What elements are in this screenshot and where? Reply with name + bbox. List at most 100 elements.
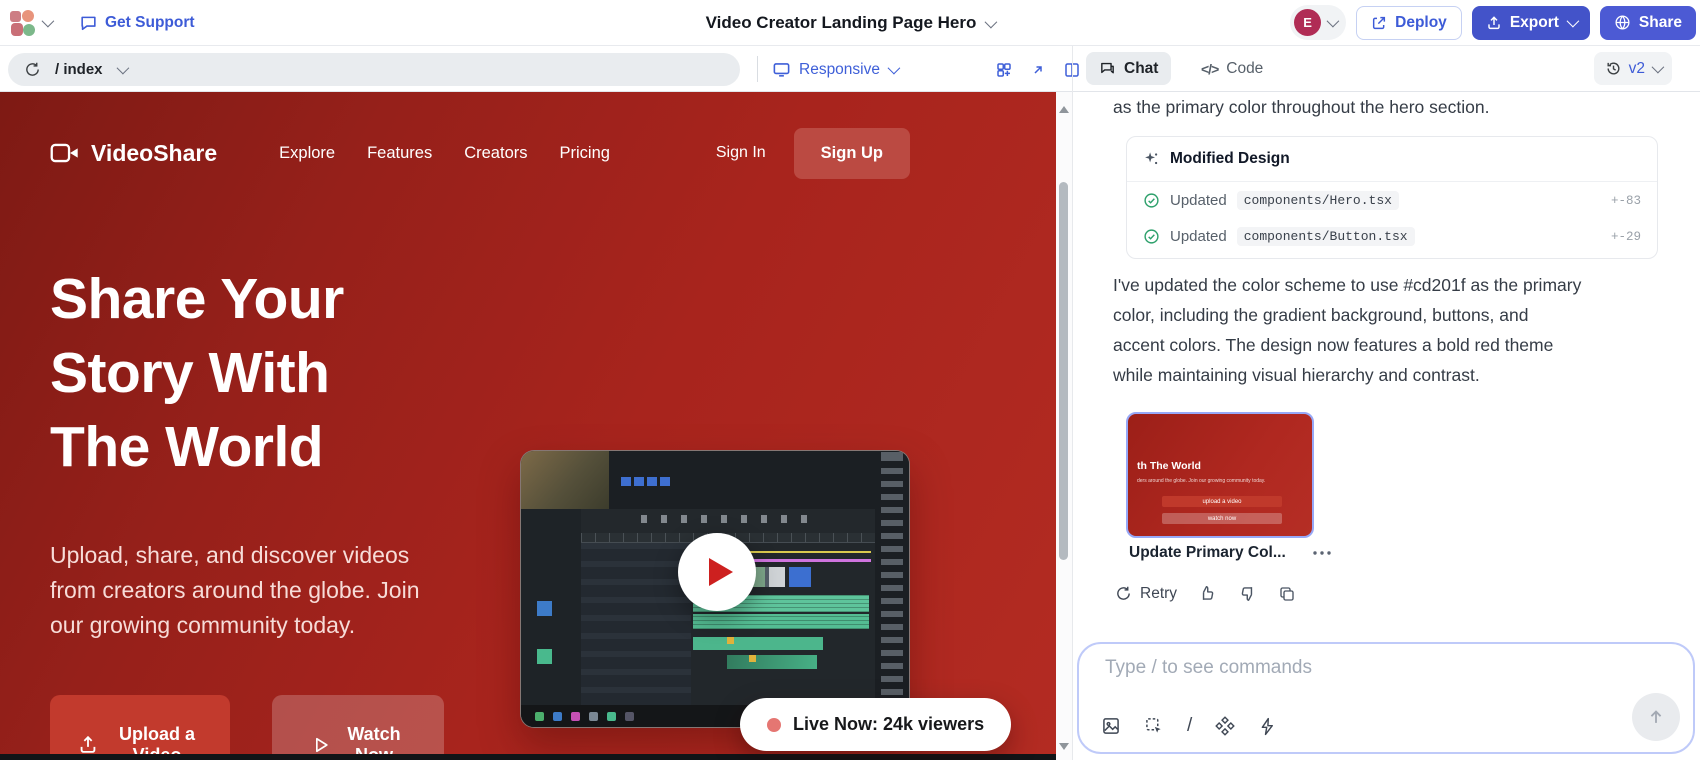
- thumbs-down-button[interactable]: [1238, 584, 1257, 603]
- chevron-down-icon: [888, 62, 901, 75]
- share-button[interactable]: Share: [1600, 6, 1696, 40]
- page-title: Video Creator Landing Page Hero: [706, 13, 977, 33]
- chat-bubble-icon: [79, 13, 98, 32]
- version-card-label[interactable]: Update Primary Col...: [1129, 544, 1286, 562]
- toolbar-divider: [757, 56, 758, 82]
- live-dot-icon: [767, 718, 781, 732]
- retry-button[interactable]: Retry: [1115, 585, 1177, 603]
- integrations-icon[interactable]: [1215, 716, 1235, 736]
- top-header: Get Support Video Creator Landing Page H…: [0, 0, 1700, 46]
- scroll-up-arrow[interactable]: [1059, 106, 1069, 113]
- video-camera-icon: [50, 141, 80, 165]
- file-chip: components/Button.tsx: [1237, 227, 1415, 246]
- chat-panel: as the primary color throughout the hero…: [1072, 92, 1700, 760]
- video-editor-effects-list: [875, 451, 909, 727]
- app-logo-menu[interactable]: [10, 10, 51, 36]
- chevron-down-icon: [1327, 15, 1340, 28]
- nav-link-explore[interactable]: Explore: [279, 144, 335, 163]
- preview-toolbar: / index Responsive: [0, 46, 1700, 92]
- hero-video-thumbnail: [520, 450, 910, 728]
- copy-button[interactable]: [1278, 585, 1296, 603]
- modified-design-title: Modified Design: [1170, 150, 1290, 168]
- quick-actions-icon[interactable]: [1258, 717, 1277, 736]
- file-chip: components/Hero.tsx: [1237, 191, 1399, 210]
- select-element-icon[interactable]: [1144, 716, 1164, 736]
- chat-input-field[interactable]: [1105, 657, 1645, 701]
- open-in-new-icon: [1371, 15, 1387, 31]
- viewport-label: Responsive: [799, 61, 880, 79]
- app-logo-icon: [10, 10, 36, 36]
- panel-divider: [1072, 46, 1073, 92]
- open-preview-window-icon[interactable]: [1029, 61, 1047, 79]
- diff-count: +-29: [1611, 230, 1641, 244]
- url-bar[interactable]: / index: [8, 53, 740, 86]
- site-auth-group: Sign In Sign Up: [716, 128, 910, 179]
- message-actions: Retry: [1115, 584, 1296, 603]
- video-editor-bin: [581, 543, 691, 705]
- export-label: Export: [1510, 14, 1559, 32]
- live-badge-label: Live Now: 24k viewers: [793, 714, 984, 735]
- thumbs-down-icon: [1238, 584, 1257, 603]
- project-title-dropdown[interactable]: Video Creator Landing Page Hero: [706, 13, 995, 33]
- watch-now-button[interactable]: Watch Now: [272, 695, 444, 760]
- copy-icon: [1278, 585, 1296, 603]
- tab-code-label: Code: [1226, 60, 1263, 78]
- preview-scrollbar[interactable]: [1056, 92, 1072, 760]
- check-circle-icon: [1143, 192, 1160, 209]
- mini-hero-title: th The World: [1137, 460, 1201, 472]
- deploy-button[interactable]: Deploy: [1356, 6, 1462, 40]
- retry-label: Retry: [1140, 585, 1177, 603]
- deploy-label: Deploy: [1395, 14, 1447, 32]
- get-support-label: Get Support: [105, 14, 195, 32]
- composer-toolbar: /: [1101, 715, 1277, 737]
- account-menu[interactable]: E: [1290, 5, 1346, 40]
- app-window: Get Support Video Creator Landing Page H…: [0, 0, 1700, 760]
- upload-video-button[interactable]: Upload a Video: [50, 695, 230, 760]
- export-button[interactable]: Export: [1472, 6, 1590, 40]
- attach-image-icon[interactable]: [1101, 716, 1121, 736]
- arrow-up-icon: [1646, 707, 1666, 727]
- play-outline-icon: [311, 735, 331, 755]
- refresh-icon[interactable]: [24, 61, 41, 78]
- upload-icon: [77, 734, 99, 756]
- nav-link-features[interactable]: Features: [367, 144, 432, 163]
- modified-design-card: Modified Design Updated components/Hero.…: [1126, 136, 1658, 259]
- globe-icon: [1614, 14, 1631, 31]
- slash-command-icon[interactable]: /: [1187, 715, 1192, 737]
- hero-description: Upload, share, and discover videos from …: [50, 538, 458, 643]
- route-path: / index: [55, 61, 103, 78]
- preview-pane: VideoShare Explore Features Creators Pri…: [0, 92, 1056, 760]
- video-editor-timecode: [621, 477, 673, 486]
- chevron-down-icon: [1652, 61, 1665, 74]
- nav-link-pricing[interactable]: Pricing: [560, 144, 610, 163]
- video-editor-tools: [521, 509, 581, 727]
- tab-code[interactable]: </> Code: [1188, 52, 1276, 85]
- avatar: E: [1294, 9, 1321, 36]
- component-grid-icon[interactable]: [995, 61, 1013, 79]
- sign-in-link[interactable]: Sign In: [716, 144, 766, 162]
- version-history-button[interactable]: v2: [1594, 52, 1672, 85]
- play-button[interactable]: [678, 533, 756, 611]
- scroll-down-arrow[interactable]: [1059, 743, 1069, 750]
- hero-cta-group: Upload a Video Watch Now: [50, 695, 444, 760]
- diff-count: +-83: [1611, 194, 1641, 208]
- more-options-icon[interactable]: [1312, 550, 1332, 556]
- tab-chat[interactable]: Chat: [1086, 52, 1171, 85]
- version-preview-card[interactable]: th The World ders around the globe. Join…: [1126, 412, 1314, 538]
- sparkle-icon: [1143, 151, 1160, 168]
- retry-icon: [1115, 585, 1132, 602]
- sign-up-button[interactable]: Sign Up: [794, 128, 910, 179]
- viewport-selector[interactable]: Responsive: [772, 53, 897, 86]
- assistant-message-partial: as the primary color throughout the hero…: [1113, 97, 1489, 118]
- thumbs-up-button[interactable]: [1198, 584, 1217, 603]
- mini-upload-button: upload a video: [1162, 496, 1282, 507]
- get-support-link[interactable]: Get Support: [79, 13, 195, 32]
- mini-watch-button: watch now: [1162, 513, 1282, 524]
- scrollbar-thumb[interactable]: [1059, 182, 1068, 560]
- nav-link-creators[interactable]: Creators: [464, 144, 527, 163]
- chevron-down-icon: [42, 15, 55, 28]
- chat-input-box[interactable]: /: [1077, 642, 1695, 754]
- site-nav-links: Explore Features Creators Pricing: [279, 144, 610, 163]
- send-button[interactable]: [1632, 693, 1680, 741]
- site-logo[interactable]: VideoShare: [50, 140, 217, 167]
